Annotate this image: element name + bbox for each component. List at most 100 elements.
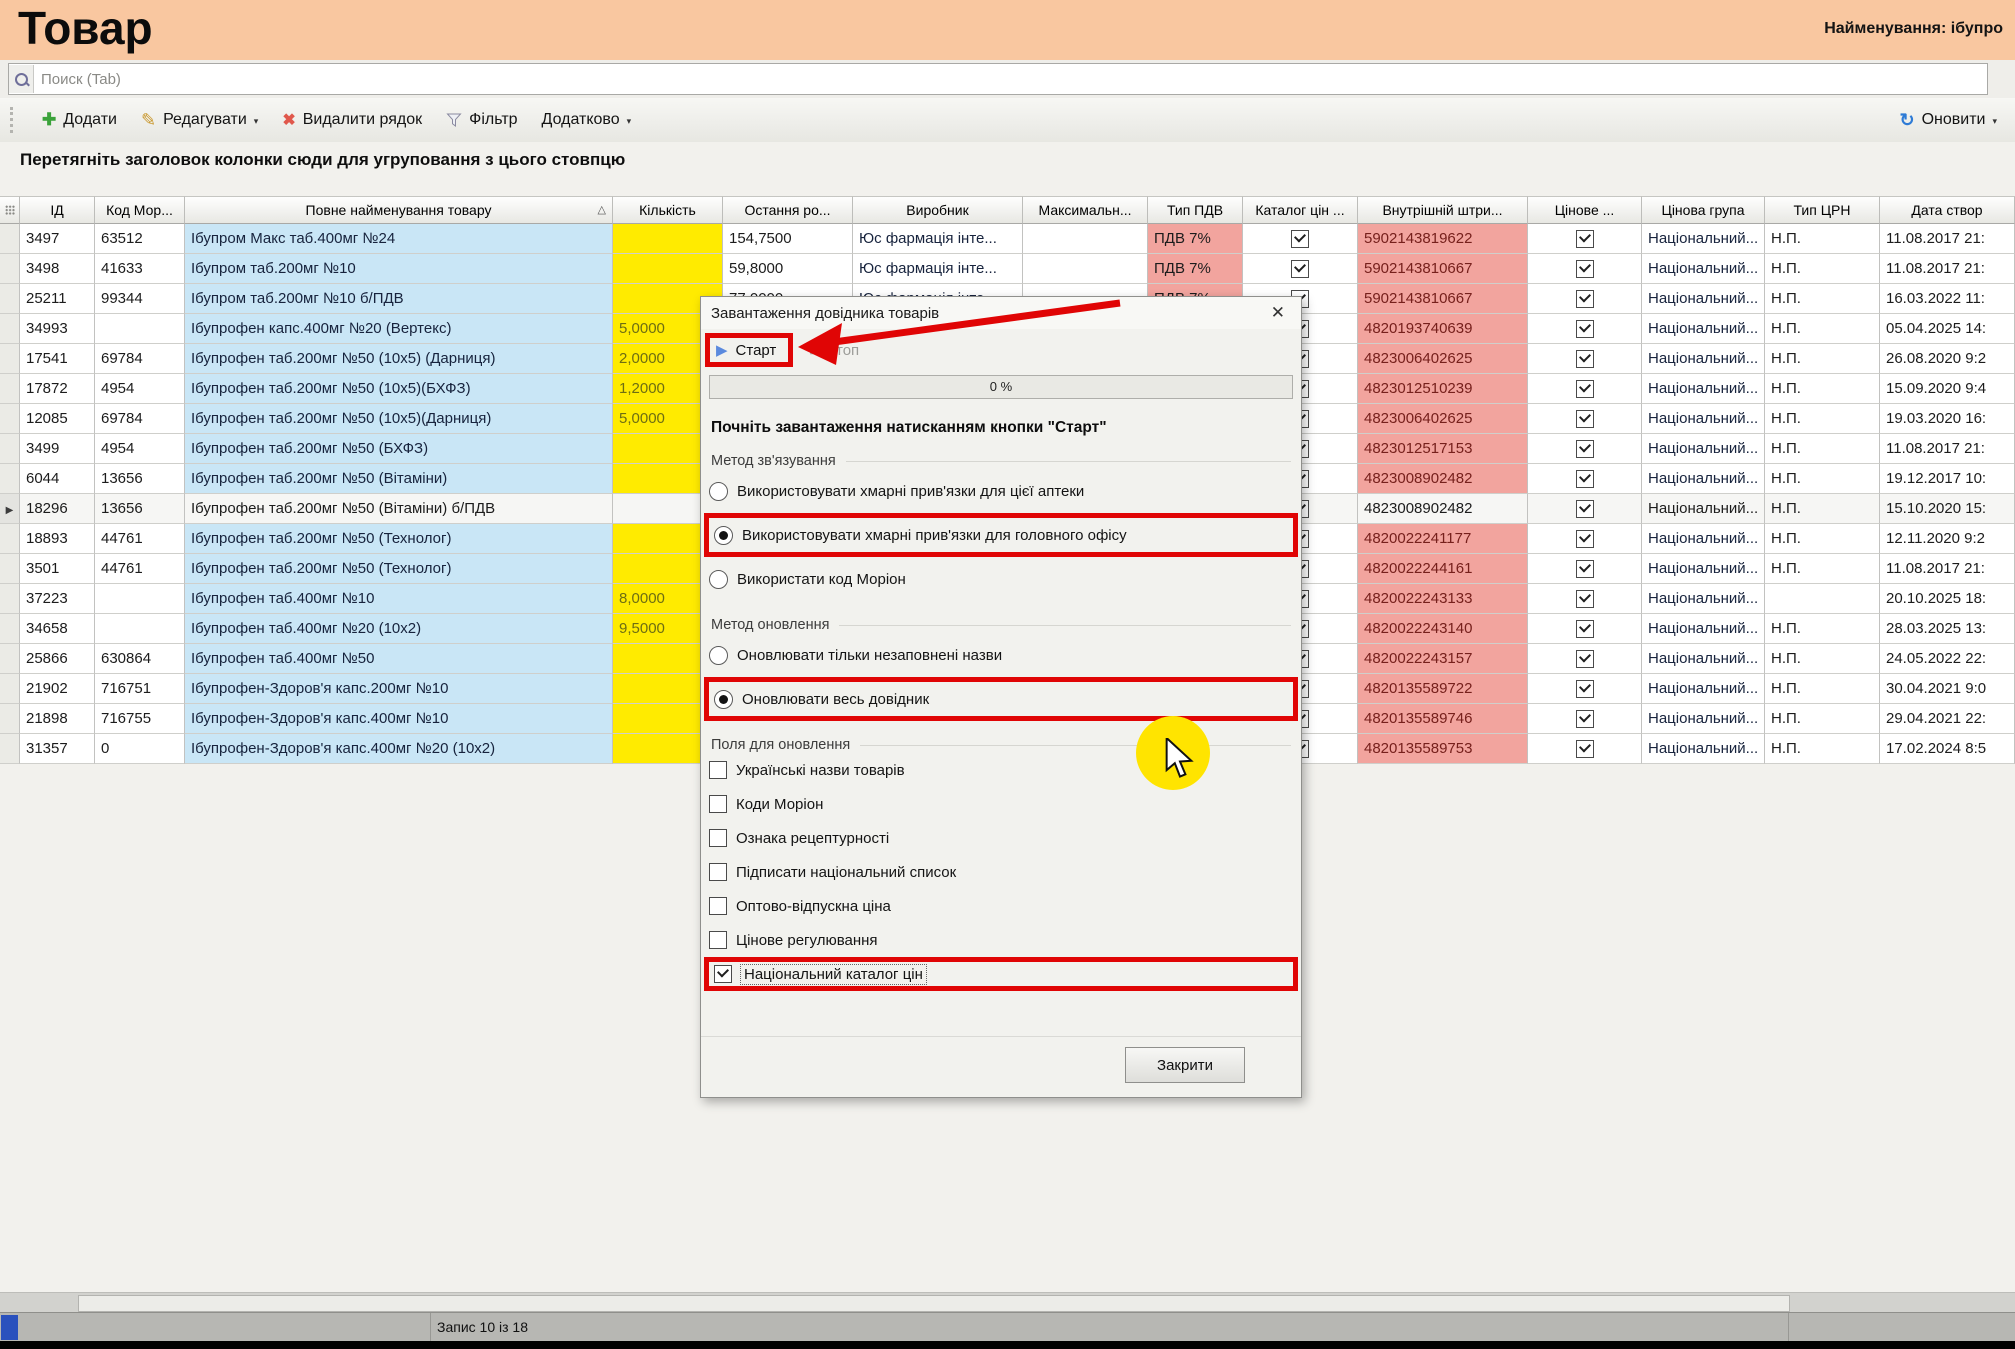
cell-id[interactable]: 17541 — [20, 344, 95, 374]
column-header-crn[interactable]: Тип ЦРН — [1765, 196, 1880, 224]
cell-date[interactable]: 15.09.2020 9:4 — [1880, 374, 2015, 404]
cell-group[interactable]: Національний... — [1642, 464, 1765, 494]
unchecked-checkbox-icon[interactable] — [709, 829, 727, 847]
cell-group[interactable]: Національний... — [1642, 224, 1765, 254]
column-header-max[interactable]: Максимальн... — [1023, 196, 1148, 224]
cell-price[interactable] — [1528, 434, 1642, 464]
cell-id[interactable]: 18296 — [20, 494, 95, 524]
cell-name[interactable]: Ібупрофен таб.200мг №50 (БХФЗ) — [185, 434, 613, 464]
more-button[interactable]: Додатково ▾ — [542, 111, 632, 129]
cell-code[interactable]: 41633 — [95, 254, 185, 284]
cell-ind[interactable] — [0, 404, 20, 434]
cell-catalog[interactable] — [1243, 254, 1358, 284]
cell-vat[interactable]: ПДВ 7% — [1148, 224, 1243, 254]
cell-id[interactable]: 31357 — [20, 734, 95, 764]
cell-last[interactable]: 154,7500 — [723, 224, 853, 254]
cell-crn[interactable]: Н.П. — [1765, 314, 1880, 344]
cell-date[interactable]: 26.08.2020 9:2 — [1880, 344, 2015, 374]
search-input[interactable]: Поиск (Tab) — [8, 63, 1988, 95]
cell-ind[interactable] — [0, 254, 20, 284]
cell-id[interactable]: 3498 — [20, 254, 95, 284]
edit-button[interactable]: ✎ Редагувати ▾ — [141, 110, 258, 131]
cell-name[interactable]: Ібупрофен капс.400мг №20 (Вертекс) — [185, 314, 613, 344]
cell-group[interactable]: Національний... — [1642, 704, 1765, 734]
close-button[interactable]: Закрити — [1125, 1047, 1245, 1083]
radio-icon[interactable] — [709, 570, 728, 589]
cell-code[interactable]: 69784 — [95, 404, 185, 434]
column-header-group[interactable]: Цінова група — [1642, 196, 1765, 224]
cell-date[interactable]: 30.04.2021 9:0 — [1880, 674, 2015, 704]
cell-crn[interactable] — [1765, 584, 1880, 614]
column-header-barcode[interactable]: Внутрішній штри... — [1358, 196, 1528, 224]
cell-crn[interactable]: Н.П. — [1765, 284, 1880, 314]
cell-price[interactable] — [1528, 524, 1642, 554]
cell-ind[interactable] — [0, 524, 20, 554]
checkbox-option[interactable]: Підписати національний список — [709, 855, 1293, 889]
cell-ind[interactable] — [0, 674, 20, 704]
cell-date[interactable]: 11.08.2017 21: — [1880, 224, 2015, 254]
cell-code[interactable]: 63512 — [95, 224, 185, 254]
cell-barcode[interactable]: 5902143810667 — [1358, 254, 1528, 284]
cell-id[interactable]: 18893 — [20, 524, 95, 554]
add-button[interactable]: ✚ Додати — [42, 110, 117, 130]
cell-ind[interactable] — [0, 434, 20, 464]
cell-ind[interactable]: ▶ — [0, 494, 20, 524]
row-indicator-header[interactable] — [0, 196, 20, 224]
cell-date[interactable]: 17.02.2024 8:5 — [1880, 734, 2015, 764]
cell-crn[interactable]: Н.П. — [1765, 494, 1880, 524]
column-header-id[interactable]: ІД — [20, 196, 95, 224]
cell-date[interactable]: 11.08.2017 21: — [1880, 434, 2015, 464]
cell-id[interactable]: 3499 — [20, 434, 95, 464]
cell-date[interactable]: 19.12.2017 10: — [1880, 464, 2015, 494]
cell-crn[interactable]: Н.П. — [1765, 674, 1880, 704]
cell-name[interactable]: Ібупрофен таб.200мг №50 (Вітаміни) б/ПДВ — [185, 494, 613, 524]
cell-price[interactable] — [1528, 284, 1642, 314]
column-header-price[interactable]: Цінове ... — [1528, 196, 1642, 224]
cell-price[interactable] — [1528, 734, 1642, 764]
cell-id[interactable]: 21898 — [20, 704, 95, 734]
cell-ind[interactable] — [0, 704, 20, 734]
cell-id[interactable]: 25866 — [20, 644, 95, 674]
radio-selected-icon[interactable] — [714, 690, 733, 709]
cell-barcode[interactable]: 4820135589753 — [1358, 734, 1528, 764]
cell-crn[interactable]: Н.П. — [1765, 254, 1880, 284]
cell-code[interactable]: 0 — [95, 734, 185, 764]
column-header-last[interactable]: Остання ро... — [723, 196, 853, 224]
cell-crn[interactable]: Н.П. — [1765, 464, 1880, 494]
cell-name[interactable]: Ібупром таб.200мг №10 б/ПДВ — [185, 284, 613, 314]
cell-ind[interactable] — [0, 584, 20, 614]
cell-catalog[interactable] — [1243, 224, 1358, 254]
cell-barcode[interactable]: 5902143810667 — [1358, 284, 1528, 314]
cell-ind[interactable] — [0, 224, 20, 254]
unchecked-checkbox-icon[interactable] — [709, 897, 727, 915]
cell-id[interactable]: 37223 — [20, 584, 95, 614]
cell-ind[interactable] — [0, 464, 20, 494]
cell-group[interactable]: Національний... — [1642, 584, 1765, 614]
column-header-code[interactable]: Код Мор... — [95, 196, 185, 224]
cell-id[interactable]: 21902 — [20, 674, 95, 704]
column-header-catalog[interactable]: Каталог цін ... — [1243, 196, 1358, 224]
start-button[interactable]: ▶ Старт — [705, 333, 793, 367]
cell-date[interactable]: 15.10.2020 15: — [1880, 494, 2015, 524]
cell-ind[interactable] — [0, 284, 20, 314]
cell-code[interactable]: 4954 — [95, 434, 185, 464]
checkbox-option[interactable]: Цінове регулювання — [709, 923, 1293, 957]
cell-group[interactable]: Національний... — [1642, 494, 1765, 524]
cell-code[interactable]: 13656 — [95, 494, 185, 524]
cell-barcode[interactable]: 4820193740639 — [1358, 314, 1528, 344]
radio-option[interactable]: Оновлювати весь довідник — [704, 677, 1298, 721]
cell-last[interactable]: 59,8000 — [723, 254, 853, 284]
cell-barcode[interactable]: 4823006402625 — [1358, 404, 1528, 434]
cell-id[interactable]: 25211 — [20, 284, 95, 314]
radio-option[interactable]: Оновлювати тільки незаповнені назви — [709, 633, 1293, 677]
cell-price[interactable] — [1528, 614, 1642, 644]
cell-price[interactable] — [1528, 404, 1642, 434]
cell-price[interactable] — [1528, 704, 1642, 734]
cell-ind[interactable] — [0, 734, 20, 764]
column-header-name[interactable]: Повне найменування товару△ — [185, 196, 613, 224]
cell-group[interactable]: Національний... — [1642, 434, 1765, 464]
cell-group[interactable]: Національний... — [1642, 614, 1765, 644]
cell-code[interactable]: 44761 — [95, 554, 185, 584]
search-icon-button[interactable] — [9, 65, 34, 93]
cell-date[interactable]: 19.03.2020 16: — [1880, 404, 2015, 434]
